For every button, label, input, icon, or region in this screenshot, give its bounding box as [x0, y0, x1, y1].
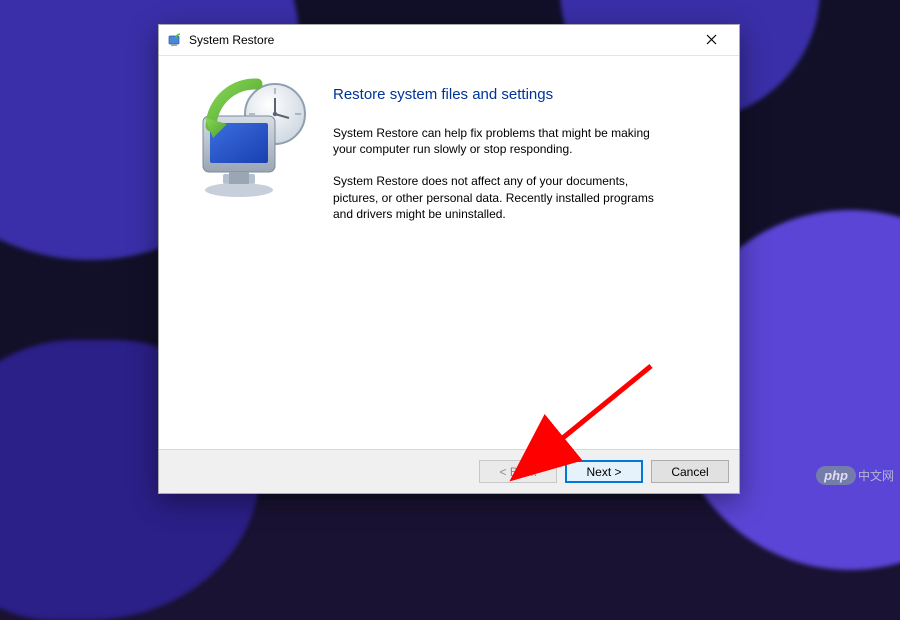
- close-button[interactable]: [689, 26, 733, 54]
- paragraph: System Restore can help fix problems tha…: [333, 125, 663, 157]
- system-restore-dialog: System Restore: [158, 24, 740, 494]
- dialog-content: Restore system files and settings System…: [159, 55, 739, 449]
- back-button: < Back: [479, 460, 557, 483]
- close-icon: [706, 32, 717, 49]
- watermark-text: 中文网: [858, 467, 894, 484]
- dialog-footer: < Back Next > Cancel: [159, 449, 739, 493]
- window-title: System Restore: [189, 33, 274, 47]
- system-restore-icon: [167, 32, 183, 48]
- wizard-illustration: [177, 70, 327, 439]
- watermark: php 中文网: [816, 466, 894, 485]
- page-headline: Restore system files and settings: [333, 86, 721, 103]
- cancel-button[interactable]: Cancel: [651, 460, 729, 483]
- next-button[interactable]: Next >: [565, 460, 643, 483]
- titlebar: System Restore: [159, 25, 739, 55]
- paragraph: System Restore does not affect any of yo…: [333, 173, 663, 222]
- watermark-pill: php: [816, 466, 856, 485]
- wizard-text: Restore system files and settings System…: [327, 70, 721, 439]
